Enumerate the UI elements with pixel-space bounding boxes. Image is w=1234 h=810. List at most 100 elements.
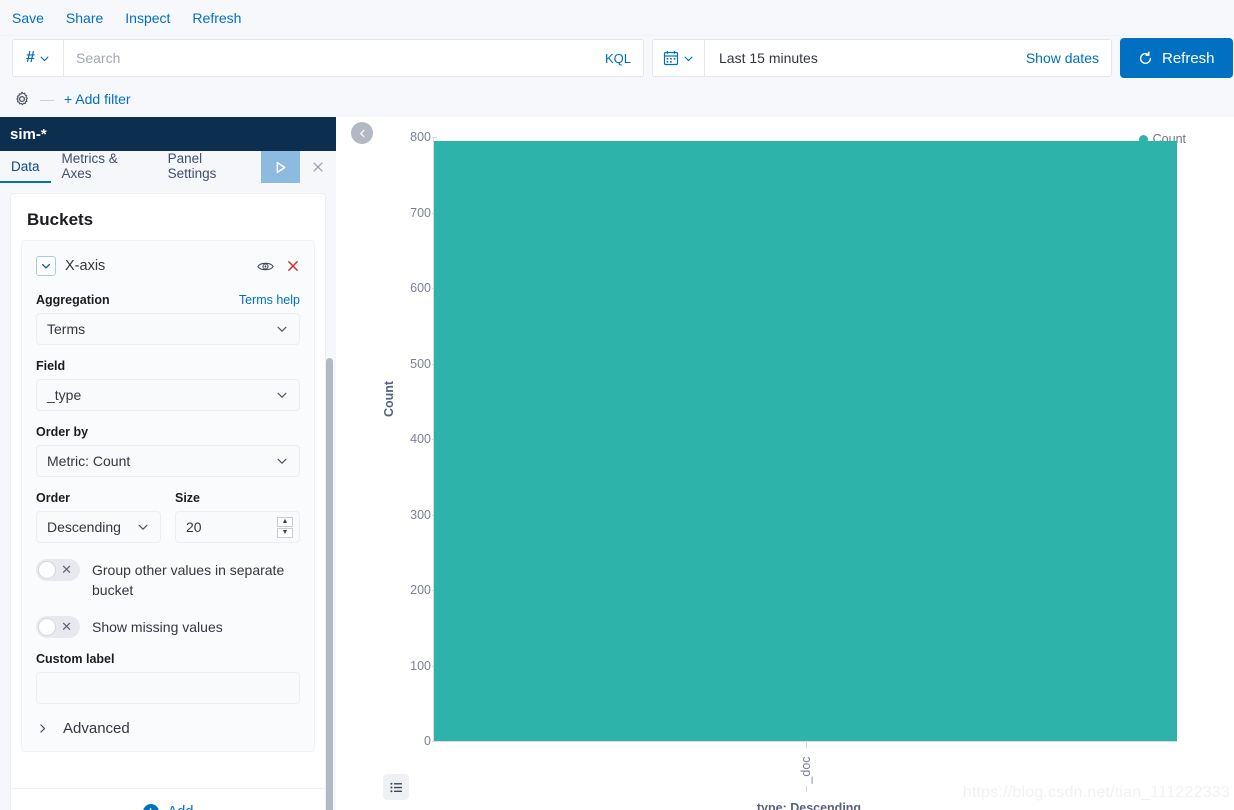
order-by-value: Metric: Count: [47, 453, 130, 469]
field-value: _type: [47, 387, 81, 403]
advanced-toggle[interactable]: Advanced: [36, 720, 300, 737]
query-index-dropdown[interactable]: #: [13, 40, 64, 76]
aggregation-value: Terms: [47, 321, 85, 337]
order-by-select[interactable]: Metric: Count: [36, 445, 300, 477]
aggregation-select[interactable]: Terms: [36, 313, 300, 345]
refresh-button[interactable]: Refresh: [1120, 38, 1233, 78]
y-axis-tick-label: 100: [381, 659, 431, 673]
chart-data-table-toggle[interactable]: [383, 774, 409, 800]
x-axis-tick-label: _doc: [799, 750, 813, 790]
apply-changes-button[interactable]: [261, 151, 301, 183]
bucket-collapse-toggle[interactable]: [36, 256, 56, 276]
tab-panel-settings[interactable]: Panel Settings: [157, 151, 261, 183]
size-label: Size: [175, 491, 300, 505]
chevron-down-icon: [39, 53, 50, 64]
chart-plot: Count 0100200300400500600700800 _doc _ty…: [336, 117, 1234, 810]
size-input[interactable]: [186, 519, 277, 535]
bucket-header: X-axis: [36, 253, 300, 279]
nav-refresh[interactable]: Refresh: [192, 10, 241, 26]
tab-data[interactable]: Data: [0, 151, 51, 183]
y-axis-tick-label: 0: [381, 734, 431, 748]
filter-separator: —: [40, 91, 54, 107]
refresh-icon: [1138, 51, 1153, 66]
field-label: Field: [36, 359, 300, 373]
chevron-down-icon: [275, 388, 289, 402]
show-missing-values-toggle[interactable]: ✕: [36, 616, 80, 638]
chevron-down-icon: [683, 53, 694, 64]
show-missing-values-row: ✕ Show missing values: [36, 616, 300, 638]
gear-icon[interactable]: [14, 91, 30, 107]
date-quick-select-dropdown[interactable]: [653, 40, 705, 76]
order-select[interactable]: Descending: [36, 511, 161, 543]
group-other-values-toggle[interactable]: ✕: [36, 559, 80, 581]
editor-scroll-region: Buckets X-axis: [0, 183, 336, 810]
toggle-off-x-icon: ✕: [61, 562, 72, 578]
add-filter-button[interactable]: + Add filter: [64, 91, 131, 107]
search-input[interactable]: [64, 40, 605, 76]
watermark-text: https://blog.csdn.net/tian_111222333: [963, 784, 1230, 802]
bucket-name-label: X-axis: [65, 258, 105, 274]
list-icon: [389, 780, 404, 795]
show-missing-values-label: Show missing values: [92, 616, 223, 637]
editor-tab-bar: Data Metrics & Axes Panel Settings: [0, 151, 336, 183]
search-box: # KQL: [12, 39, 644, 77]
red-x-icon: [286, 259, 300, 273]
query-bar: # KQL: [0, 36, 1234, 80]
terms-help-link[interactable]: Terms help: [239, 293, 300, 307]
toggle-knob: [38, 561, 56, 579]
query-language-badge[interactable]: KQL: [605, 51, 643, 66]
y-axis-tick-label: 800: [381, 130, 431, 144]
group-other-values-label: Group other values in separate bucket: [92, 559, 300, 600]
tab-metrics-and-axes[interactable]: Metrics & Axes: [51, 151, 157, 183]
y-axis-tick-label: 700: [381, 206, 431, 220]
y-axis-tick-label: 500: [381, 357, 431, 371]
size-increment-button[interactable]: ▲: [277, 517, 293, 527]
size-stepper: ▲ ▼: [175, 511, 300, 543]
size-spinner[interactable]: ▲ ▼: [277, 517, 293, 538]
x-axis-tick-mark-lower: [806, 786, 807, 792]
toggle-knob: [38, 618, 56, 636]
add-bucket-button[interactable]: + Add: [11, 788, 325, 810]
bucket-visibility-toggle[interactable]: [257, 260, 274, 273]
custom-label-label: Custom label: [36, 652, 300, 666]
nav-share[interactable]: Share: [66, 10, 103, 26]
y-axis-tick-label: 400: [381, 432, 431, 446]
order-group: Order Descending: [36, 491, 161, 543]
nav-inspect[interactable]: Inspect: [125, 10, 170, 26]
discard-changes-button[interactable]: [300, 151, 336, 183]
y-axis-ticks: 0 100 200 300 400 500 600 700 800: [381, 117, 431, 810]
aggregation-label-row: Aggregation Terms help: [36, 293, 300, 307]
size-group: Size ▲ ▼: [175, 491, 300, 543]
visualization-editor-panel: sim-* Data Metrics & Axes Panel Settings…: [0, 117, 336, 810]
chevron-down-icon: [275, 322, 289, 336]
field-select[interactable]: _type: [36, 379, 300, 411]
buckets-heading: Buckets: [11, 194, 325, 240]
chevron-down-icon: [40, 260, 52, 272]
play-icon: [272, 159, 289, 176]
y-axis-tick-label: 200: [381, 583, 431, 597]
bar[interactable]: [434, 141, 1177, 741]
date-range-value[interactable]: Last 15 minutes: [705, 50, 1026, 66]
x-axis-title: _type: Descending: [746, 801, 866, 810]
add-bucket-label: Add: [168, 804, 194, 810]
buckets-card: Buckets X-axis: [10, 193, 326, 810]
size-decrement-button[interactable]: ▼: [277, 528, 293, 538]
x-axis-tick-mark: [806, 742, 807, 748]
chevron-right-icon: [36, 722, 49, 735]
custom-label-input[interactable]: [36, 672, 300, 704]
eye-icon: [257, 260, 274, 273]
order-value: Descending: [47, 519, 121, 535]
group-other-values-row: ✕ Group other values in separate bucket: [36, 559, 300, 600]
top-nav-bar: Save Share Inspect Refresh: [0, 0, 1234, 36]
show-dates-button[interactable]: Show dates: [1026, 50, 1111, 66]
editor-scrollbar[interactable]: [326, 358, 333, 810]
y-axis-tick-label: 300: [381, 508, 431, 522]
bucket-remove-button[interactable]: [286, 259, 300, 273]
refresh-button-label: Refresh: [1162, 50, 1215, 67]
y-axis-tick-label: 600: [381, 281, 431, 295]
close-icon: [311, 160, 325, 174]
visualization-chart-area: Count Count 0100200300400500600700800 _d…: [336, 117, 1234, 810]
chevron-down-icon: [136, 520, 150, 534]
nav-save[interactable]: Save: [12, 10, 44, 26]
chevron-down-icon: [275, 454, 289, 468]
